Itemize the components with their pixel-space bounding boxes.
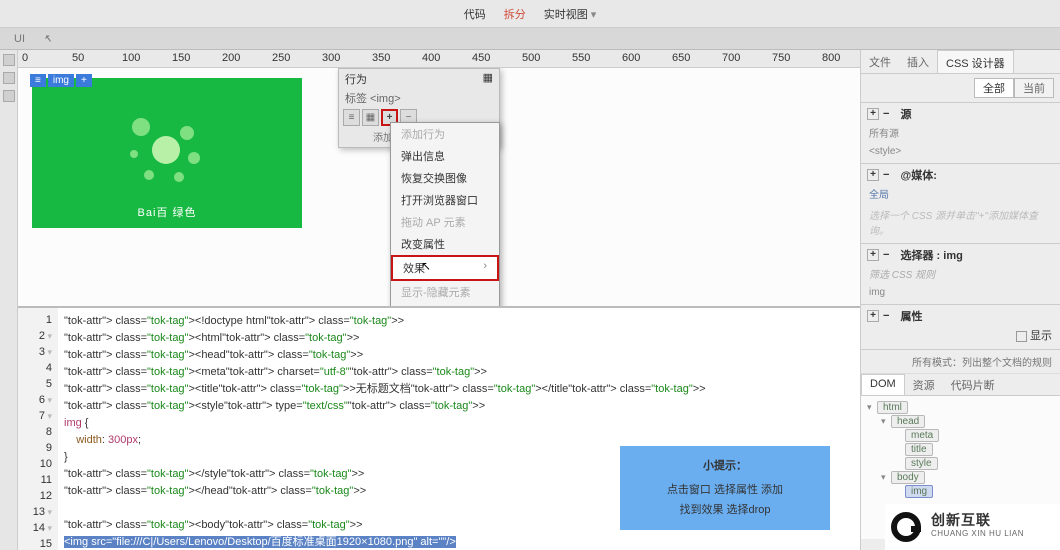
watermark-cn: 创新互联	[931, 514, 1024, 527]
menu-item: 显示-隐藏元素	[391, 281, 499, 303]
design-canvas[interactable]: ≡ img + Bai百 绿色 行为▦ 标签 <img> ≡ ▦ −	[18, 68, 860, 308]
element-selector-chip[interactable]: ≡ img +	[30, 74, 92, 87]
selector-menu-icon[interactable]: ≡	[30, 74, 46, 87]
tab-css-designer[interactable]: CSS 设计器	[937, 50, 1014, 73]
tab-dom[interactable]: DOM	[861, 374, 905, 395]
doc-tab-cursor: ↖	[37, 30, 58, 47]
sources-section: +− 源 所有源 <style>	[861, 102, 1060, 163]
sources-style[interactable]: <style>	[867, 143, 1054, 160]
document-tabstrip: UI ↖	[0, 28, 1060, 50]
tool-2[interactable]	[3, 72, 15, 84]
selector-plus-icon[interactable]: +	[76, 74, 92, 87]
twisty-icon[interactable]: ▾	[867, 402, 877, 413]
dom-node-style[interactable]: style	[895, 457, 1054, 470]
selector-tag[interactable]: img	[48, 74, 74, 87]
hint-title: 小提示：	[630, 456, 820, 476]
menu-item[interactable]: 改变属性	[391, 233, 499, 255]
hint-line2: 找到效果 选择drop	[630, 500, 820, 520]
menu-item: 添加行为	[391, 123, 499, 145]
seg-all[interactable]: 全部	[974, 78, 1014, 98]
view-split[interactable]: 拆分	[504, 6, 526, 22]
hint-callout: 小提示： 点击窗口 选择属性 添加 找到效果 选择drop	[620, 446, 830, 530]
sources-all[interactable]: 所有源	[867, 122, 1054, 143]
image-caption: Bai百 绿色	[138, 204, 197, 220]
dom-node-title[interactable]: title	[895, 443, 1054, 456]
media-heading: @媒体:	[901, 167, 937, 183]
selector-filter[interactable]: 筛选 CSS 规则	[867, 263, 1054, 284]
seg-current[interactable]: 当前	[1014, 78, 1054, 98]
watermark-logo: 创新互联 CHUANG XIN HU LIAN	[885, 504, 1060, 550]
right-panel: 文件 插入 CSS 设计器 全部 当前 +− 源 所有源 <style> +− …	[860, 50, 1060, 550]
twisty-icon[interactable]: ▾	[881, 472, 891, 483]
menu-item[interactable]: 打开浏览器窗口	[391, 189, 499, 211]
add-source-button[interactable]: +	[867, 108, 879, 120]
behaviors-settings-icon[interactable]: ▦	[483, 71, 493, 87]
dom-node-img[interactable]: img	[895, 485, 1054, 498]
tab-insert[interactable]: 插入	[899, 50, 937, 73]
properties-heading: 属性	[901, 308, 923, 324]
view-live[interactable]: 实时视图	[544, 6, 597, 22]
behaviors-tag-label: 标签 <img>	[339, 89, 499, 107]
show-set-label: 显示	[1030, 330, 1052, 342]
behaviors-list-icon[interactable]: ≡	[343, 109, 360, 126]
view-mode-bar: 代码 拆分 实时视图	[0, 0, 1060, 28]
code-editor[interactable]: 12345678910111213141516 "tok-attr"> clas…	[18, 308, 860, 550]
image-graphic	[122, 108, 212, 198]
add-property-button[interactable]: +	[867, 310, 879, 322]
behaviors-title: 行为	[345, 71, 367, 87]
media-section: +− @媒体: 全局 选择一个 CSS 源并单击"+"添加媒体查询。	[861, 163, 1060, 243]
dom-node-body[interactable]: ▾body	[881, 471, 1054, 484]
hint-line1: 点击窗口 选择属性 添加	[630, 480, 820, 500]
tab-files[interactable]: 文件	[861, 50, 899, 73]
left-toolbar	[0, 50, 18, 550]
dom-node-head[interactable]: ▾head	[881, 415, 1054, 428]
tool-1[interactable]	[3, 54, 15, 66]
dom-node-meta[interactable]: meta	[895, 429, 1054, 442]
dom-node-html[interactable]: ▾html	[867, 401, 1054, 414]
watermark-icon	[891, 512, 921, 542]
right-panel-tabs: 文件 插入 CSS 设计器	[861, 50, 1060, 74]
dom-mode-message: 所有模式：列出整个文档的规则	[861, 350, 1060, 374]
behavior-context-menu[interactable]: 添加行为弹出信息恢复交换图像打开浏览器窗口拖动 AP 元素改变属性效果›↖显示-…	[390, 122, 500, 308]
doc-tab[interactable]: UI	[8, 31, 31, 47]
show-set-checkbox[interactable]	[1016, 331, 1027, 342]
watermark-en: CHUANG XIN HU LIAN	[931, 527, 1024, 540]
tab-resources[interactable]: 资源	[905, 374, 943, 395]
media-global[interactable]: 全局	[867, 183, 1054, 204]
tab-snippets[interactable]: 代码片断	[943, 374, 1003, 395]
add-media-button[interactable]: +	[867, 169, 879, 181]
menu-item[interactable]: 恢复交换图像	[391, 167, 499, 189]
properties-section: +− 属性 显示	[861, 304, 1060, 349]
tool-3[interactable]	[3, 90, 15, 102]
media-hint: 选择一个 CSS 源并单击"+"添加媒体查询。	[867, 204, 1054, 240]
menu-item: 拖动 AP 元素	[391, 211, 499, 233]
sources-heading: 源	[901, 106, 912, 122]
behaviors-grid-icon[interactable]: ▦	[362, 109, 379, 126]
horizontal-ruler: 0501001502002503003504004505005506006507…	[18, 50, 860, 68]
view-code[interactable]: 代码	[464, 6, 486, 22]
selectors-heading: 选择器 : img	[901, 247, 963, 263]
menu-item[interactable]: 效果›↖	[391, 255, 499, 281]
twisty-icon[interactable]: ▾	[881, 416, 891, 427]
add-selector-button[interactable]: +	[867, 249, 879, 261]
cursor-icon: ↖	[421, 259, 431, 273]
selector-img[interactable]: img	[867, 284, 1054, 301]
menu-item[interactable]: 弹出信息	[391, 145, 499, 167]
css-scope-segment: 全部 当前	[861, 74, 1060, 102]
selected-image[interactable]: ≡ img + Bai百 绿色	[32, 78, 302, 228]
line-numbers: 12345678910111213141516	[18, 308, 58, 550]
selectors-section: +− 选择器 : img 筛选 CSS 规则 img	[861, 243, 1060, 304]
